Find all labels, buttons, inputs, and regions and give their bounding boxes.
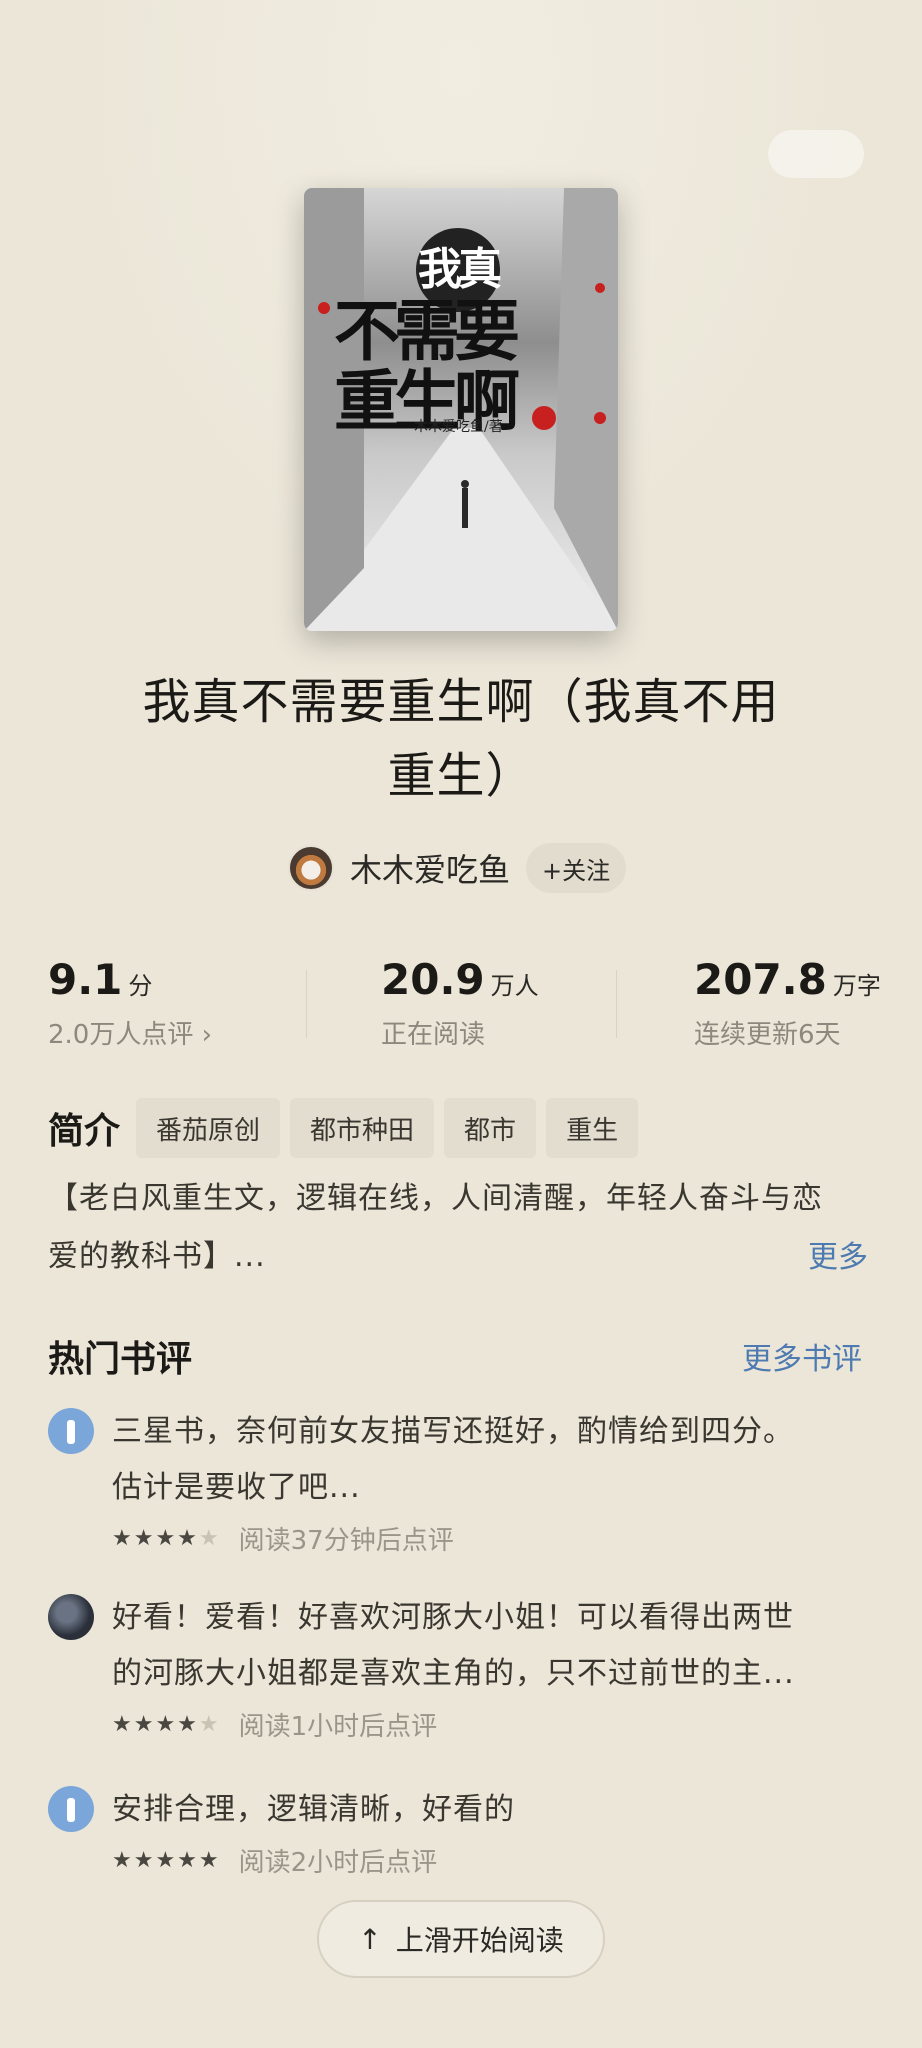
follow-button[interactable]: +关注 — [526, 843, 627, 893]
intro-text-line2: 爱的教科书】... — [48, 1239, 266, 1274]
review-text-line1: 好看！爱看！好喜欢河豚大小姐！可以看得出两世 — [112, 1600, 794, 1635]
readers-label: 正在阅读 — [381, 1020, 486, 1050]
review-item[interactable]: 三星书，奈何前女友描写还挺好，酌情给到四分。 估计是要收了吧... ★★★★★ … — [48, 1404, 884, 1557]
star-rating: ★★★★★ — [112, 1526, 221, 1551]
reviewer-avatar[interactable] — [48, 1786, 94, 1832]
arrow-up-icon: ↑ — [358, 1922, 382, 1956]
star-rating: ★★★★★ — [112, 1712, 221, 1737]
review-text-line1: 三星书，奈何前女友描写还挺好，酌情给到四分。 — [112, 1414, 794, 1449]
review-text-line2: 的河豚大小姐都是喜欢主角的，只不过前世的主... — [112, 1656, 795, 1691]
book-cover[interactable]: 我真 不需要 重生啊 木木爱吃鱼/著 — [304, 188, 618, 631]
readers-value: 20.9 — [381, 955, 485, 1004]
stat-rating[interactable]: 9.1 分 2.0万人点评 › — [48, 955, 212, 1051]
review-time: 阅读2小时后点评 — [238, 1848, 438, 1878]
author-avatar[interactable] — [288, 845, 334, 891]
intro-row: 简介 番茄原创 都市种田 都市 重生 — [48, 1098, 648, 1158]
tag-0[interactable]: 番茄原创 — [136, 1098, 281, 1158]
intro-text-line1: 【老白风重生文，逻辑在线，人间清醒，年轻人奋斗与恋 — [48, 1181, 823, 1216]
intro-text[interactable]: 【老白风重生文，逻辑在线，人间清醒，年轻人奋斗与恋 爱的教科书】... — [48, 1170, 878, 1286]
stat-divider — [616, 970, 617, 1038]
intro-label: 简介 — [48, 1111, 121, 1152]
review-item[interactable]: 好看！爱看！好喜欢河豚大小姐！可以看得出两世 的河豚大小姐都是喜欢主角的，只不过… — [48, 1590, 884, 1743]
update-status: 连续更新6天 — [694, 1020, 841, 1050]
floating-bubble[interactable] — [768, 130, 864, 178]
star-rating: ★★★★★ — [112, 1848, 221, 1873]
start-reading-button[interactable]: ↑ 上滑开始阅读 — [317, 1900, 605, 1978]
start-reading-label: 上滑开始阅读 — [395, 1924, 564, 1957]
rating-unit: 分 — [128, 972, 153, 1000]
readers-unit: 万人 — [490, 972, 539, 1000]
intro-more-link[interactable]: 更多 — [808, 1232, 868, 1276]
tag-1[interactable]: 都市种田 — [290, 1098, 435, 1158]
book-title-line2: 重生） — [387, 748, 535, 804]
author-row: 木木爱吃鱼 +关注 — [288, 843, 627, 893]
author-name[interactable]: 木木爱吃鱼 — [350, 845, 510, 891]
stat-divider — [306, 970, 307, 1038]
rating-value: 9.1 — [48, 955, 123, 1004]
words-value: 207.8 — [694, 955, 827, 1004]
rating-count: 2.0万人点评 › — [48, 1020, 213, 1050]
more-reviews-link[interactable]: 更多书评 — [742, 1334, 862, 1378]
reviewer-avatar[interactable] — [48, 1408, 94, 1454]
cover-author: 木木爱吃鱼/著 — [414, 419, 503, 435]
review-text-line1: 安排合理，逻辑清晰，好看的 — [112, 1792, 515, 1827]
tag-2[interactable]: 都市 — [444, 1098, 537, 1158]
review-item[interactable]: 安排合理，逻辑清晰，好看的 ★★★★★ 阅读2小时后点评 — [48, 1782, 884, 1879]
words-unit: 万字 — [832, 972, 881, 1000]
stat-readers: 20.9 万人 正在阅读 — [381, 955, 539, 1051]
review-time: 阅读37分钟后点评 — [238, 1526, 454, 1556]
stat-words: 207.8 万字 连续更新6天 — [694, 955, 881, 1051]
book-title-line1: 我真不需要重生啊（我真不用 — [142, 674, 780, 730]
tag-3[interactable]: 重生 — [546, 1098, 639, 1158]
reviews-title: 热门书评 — [48, 1339, 193, 1380]
review-text-line2: 估计是要收了吧... — [112, 1470, 361, 1505]
review-time: 阅读1小时后点评 — [238, 1712, 438, 1742]
book-title: 我真不需要重生啊（我真不用 重生） — [40, 665, 882, 813]
reviewer-avatar[interactable] — [48, 1594, 94, 1640]
